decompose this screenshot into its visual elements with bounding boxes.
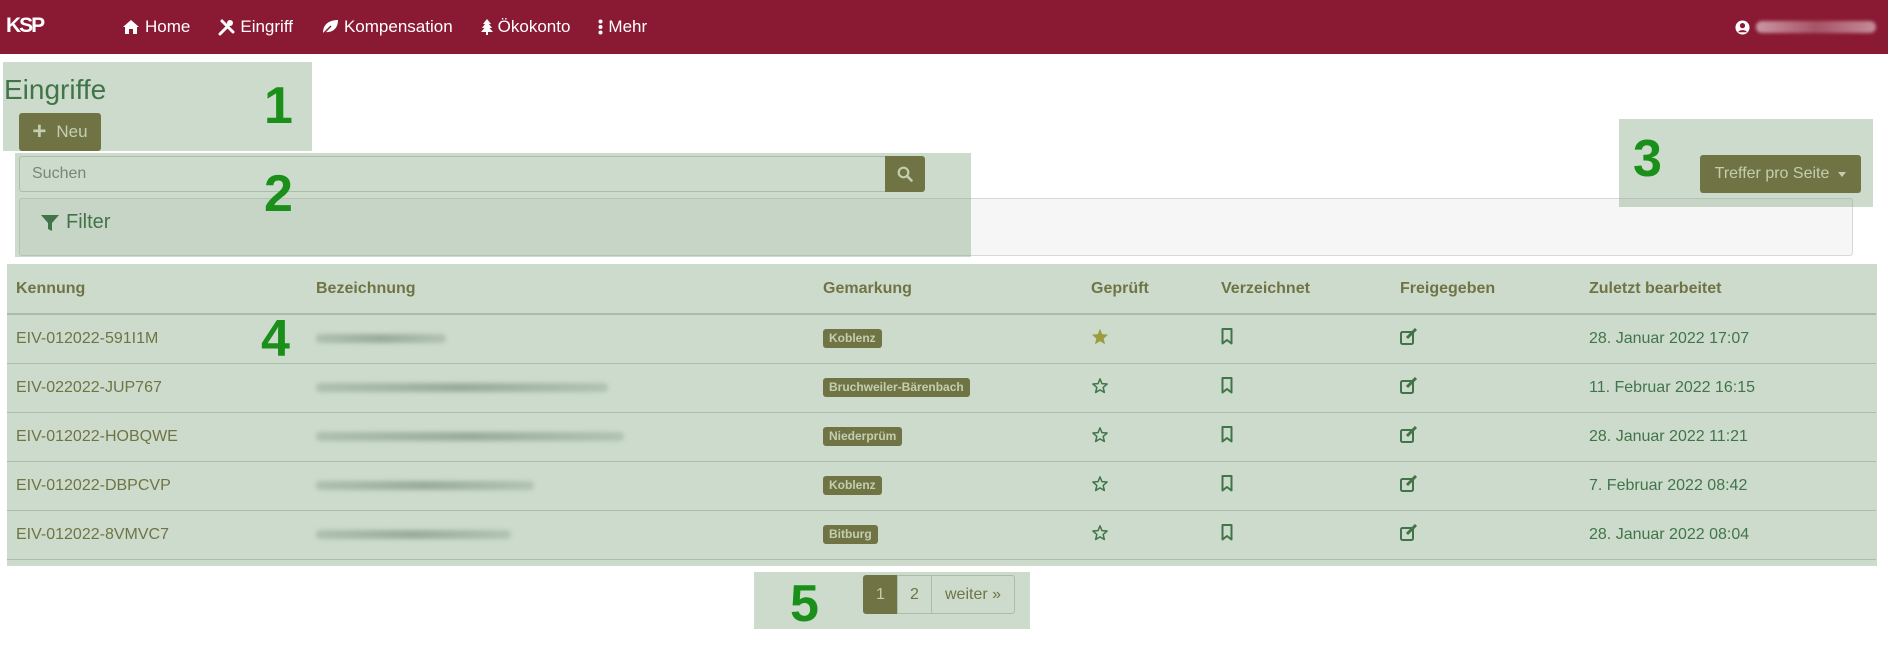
annotation-number-4: 4 [261,310,290,368]
nav-item-label: Mehr [608,17,648,36]
ellipsis-vertical-icon [598,19,603,35]
annotation-number-2: 2 [264,165,293,223]
tools-icon [218,19,235,35]
nav-item-label: Eingriff [240,17,293,36]
annotation-number-5: 5 [790,575,819,633]
nav-item-label: Ökokonto [497,17,571,36]
nav-item-kompensation[interactable]: Kompensation [321,17,453,37]
brand-logo[interactable]: KSP [6,14,45,38]
nav-item-label: Kompensation [343,17,453,36]
tree-icon [480,19,493,35]
annotation-region-2 [15,153,971,257]
annotation-number-1: 1 [264,77,293,135]
home-icon [123,20,139,34]
nav-item-home[interactable]: Home [122,17,190,37]
annotation-number-3: 3 [1633,130,1662,188]
nav-item-eingriff[interactable]: Eingriff [218,17,293,37]
nav-item-label: Home [145,17,191,36]
nav-item-oekokonto[interactable]: Ökokonto [480,17,571,37]
user-name-redacted [1756,21,1876,33]
leaf-icon [322,20,338,35]
top-navbar: KSP Home Eingriff Kompensation Ökokonto … [0,0,1888,54]
nav-item-mehr[interactable]: Mehr [598,17,647,37]
user-circle-icon [1735,19,1750,35]
main-nav: Home Eingriff Kompensation Ökokonto Mehr [122,0,675,54]
user-menu[interactable] [1735,0,1876,54]
